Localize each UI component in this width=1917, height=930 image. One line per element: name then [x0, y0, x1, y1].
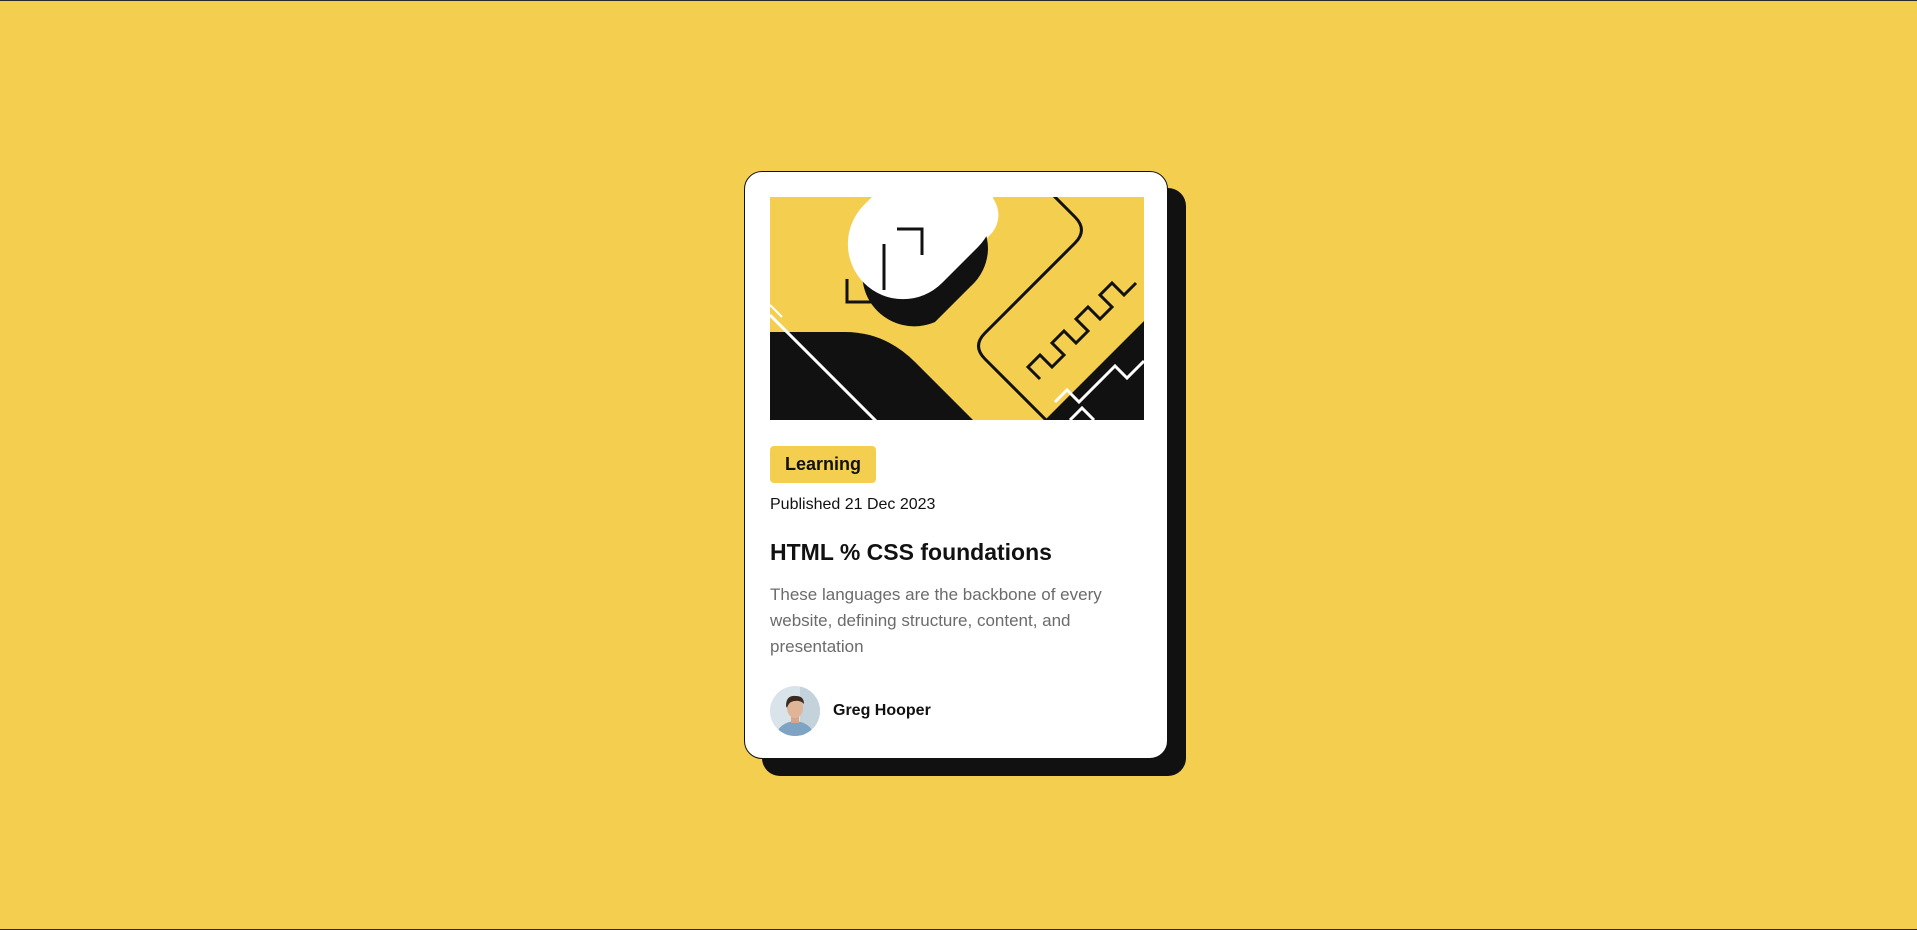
- published-date: Published 21 Dec 2023: [770, 496, 936, 513]
- avatar: [770, 686, 820, 736]
- card-description: These languages are the backbone of ever…: [770, 585, 1102, 656]
- hero-illustration: [770, 197, 1144, 420]
- author: Greg Hooper: [770, 686, 931, 736]
- category-tag[interactable]: Learning: [770, 446, 877, 483]
- card-title[interactable]: HTML % CSS foundations: [770, 539, 1052, 566]
- blog-preview-card: Learning Published 21 Dec 2023 HTML % CS…: [744, 171, 1168, 759]
- author-name[interactable]: Greg Hooper: [833, 702, 931, 720]
